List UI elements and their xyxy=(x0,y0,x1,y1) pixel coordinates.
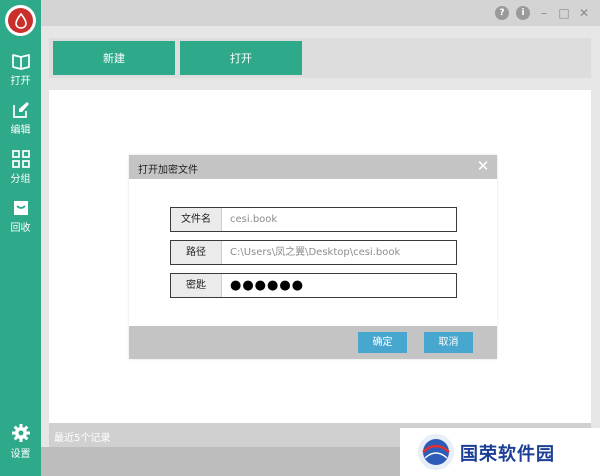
edit-icon xyxy=(12,102,29,118)
watermark: 国荣软件园 xyxy=(400,428,600,476)
settings-button[interactable]: 设置 xyxy=(0,423,41,460)
maximize-icon[interactable]: □ xyxy=(557,6,571,20)
cancel-button[interactable]: 取消 xyxy=(424,332,473,353)
sidebar-item-label: 编辑 xyxy=(10,125,31,136)
drop-icon xyxy=(14,12,27,29)
recycle-bin-icon xyxy=(13,201,28,215)
sidebar: 打开 编辑 分组 回收 设置 xyxy=(0,0,41,476)
settings-label: 设置 xyxy=(10,449,31,460)
filename-label: 文件名 xyxy=(171,208,222,231)
minimize-icon[interactable]: – xyxy=(537,6,551,20)
close-icon[interactable]: ✕ xyxy=(475,158,491,174)
new-button[interactable]: 新建 xyxy=(53,41,175,75)
sidebar-item-label: 回收 xyxy=(10,223,31,234)
path-value[interactable]: C:\Users\凤之翼\Desktop\cesi.book xyxy=(230,241,400,264)
dialog-title: 打开加密文件 xyxy=(138,165,198,176)
sidebar-item-recycle[interactable]: 回收 xyxy=(0,199,41,234)
key-value[interactable]: ●●●●●● xyxy=(230,274,304,297)
grid-icon xyxy=(11,150,30,168)
path-label: 路径 xyxy=(171,241,222,264)
book-icon xyxy=(11,54,30,70)
recent-records-text: 最近5个记录 xyxy=(54,433,111,444)
toolbar: 新建 打开 xyxy=(49,38,591,78)
sidebar-item-open[interactable]: 打开 xyxy=(0,52,41,87)
dialog-title-bar: 打开加密文件 ✕ xyxy=(129,155,497,179)
sidebar-item-label: 打开 xyxy=(10,76,31,87)
info-icon[interactable]: i xyxy=(516,6,530,20)
watermark-text: 国荣软件园 xyxy=(460,444,555,465)
key-field[interactable]: 密匙 ●●●●●● xyxy=(170,273,457,298)
key-label: 密匙 xyxy=(171,274,222,297)
path-field[interactable]: 路径 C:\Users\凤之翼\Desktop\cesi.book xyxy=(170,240,457,265)
filename-value[interactable]: cesi.book xyxy=(230,208,277,231)
globe-logo-icon xyxy=(418,434,454,470)
dialog-footer: 确定 取消 xyxy=(129,326,497,359)
gear-icon xyxy=(11,424,30,442)
sidebar-item-group[interactable]: 分组 xyxy=(0,150,41,185)
filename-field[interactable]: 文件名 cesi.book xyxy=(170,207,457,232)
confirm-button[interactable]: 确定 xyxy=(358,332,407,353)
title-bar: ? i – □ ✕ xyxy=(41,0,600,26)
close-window-icon[interactable]: ✕ xyxy=(577,6,591,20)
sidebar-item-label: 分组 xyxy=(10,174,31,185)
app-logo xyxy=(5,5,36,36)
help-icon[interactable]: ? xyxy=(495,6,509,20)
open-encrypted-file-dialog: 打开加密文件 ✕ 文件名 cesi.book 路径 C:\Users\凤之翼\D… xyxy=(129,155,497,359)
open-button[interactable]: 打开 xyxy=(180,41,302,75)
sidebar-item-edit[interactable]: 编辑 xyxy=(0,101,41,136)
